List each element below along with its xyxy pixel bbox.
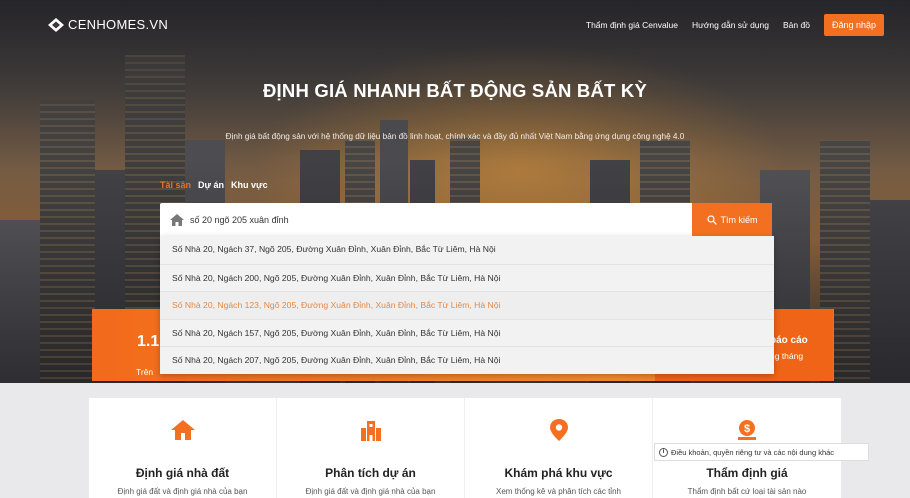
brand-name: CENHOMES.VN [68, 17, 169, 32]
feature-title: Thẩm định giá [706, 466, 788, 480]
report-subtext: ng tháng [770, 351, 804, 361]
search-button[interactable]: Tìm kiếm [692, 203, 772, 236]
suggestion-dropdown: Số Nhà 20, Ngách 37, Ngõ 205, Đường Xuân… [160, 236, 774, 374]
house-icon [170, 420, 195, 440]
top-nav: Thẩm định giá Cenvalue Hướng dẫn sử dụng… [586, 14, 884, 36]
logo-icon [48, 17, 64, 32]
nav-item-map[interactable]: Bản đồ [783, 20, 810, 30]
hero-subtitle: Định giá bất động sản với hệ thống dữ li… [225, 132, 685, 141]
map-pin-icon [549, 419, 568, 441]
info-icon: i [659, 447, 668, 457]
building-icon [360, 421, 381, 441]
feature-desc: Thẩm định bất cứ loại tài sản nào [687, 487, 807, 496]
nav-item-guide[interactable]: Hướng dẫn sử dụng [692, 20, 769, 30]
stats-number: 1.1 [137, 333, 160, 350]
tab-area[interactable]: Khu vực [231, 180, 268, 190]
feature-title: Khám phá khu vực [504, 466, 613, 480]
login-button[interactable]: Đăng nhập [823, 14, 884, 36]
money-bag-icon: $ [738, 420, 756, 440]
feature-desc: Định giá đất và định giá nhà của bạn [117, 487, 248, 496]
report-title: báo cáo [770, 335, 808, 346]
search-tabs: Tài sản Dự án Khu vực [160, 180, 268, 190]
search-bar: Tìm kiếm [160, 203, 772, 236]
feature-card-area[interactable]: Khám phá khu vực Xem thống kê và phân tí… [465, 398, 653, 498]
suggestion-item[interactable]: Số Nhà 20, Ngách 37, Ngõ 205, Đường Xuân… [160, 236, 774, 264]
tab-project[interactable]: Dự án [198, 180, 224, 190]
feature-title: Phân tích dự án [325, 466, 416, 480]
suggestion-item[interactable]: Số Nhà 20, Ngách 157, Ngõ 205, Đường Xuâ… [160, 318, 774, 347]
home-icon [170, 213, 184, 226]
search-button-label: Tìm kiếm [720, 214, 758, 225]
search-icon [706, 214, 717, 225]
search-input[interactable] [190, 214, 690, 225]
brand-logo[interactable]: CENHOMES.VN [48, 17, 168, 32]
nav-item-cenvalue[interactable]: Thẩm định giá Cenvalue [586, 20, 678, 30]
svg-text:$: $ [744, 423, 750, 435]
terms-tooltip[interactable]: i Điều khoản, quyền riêng tư và các nội … [654, 443, 869, 461]
suggestion-item-highlighted[interactable]: Số Nhà 20, Ngách 123, Ngõ 205, Đường Xuâ… [160, 291, 774, 319]
feature-desc: Xem thống kê và phân tích các tỉnh [496, 487, 621, 496]
feature-card-project[interactable]: Phân tích dự án Định giá đất và định giá… [277, 398, 465, 498]
feature-card-valuation[interactable]: Định giá nhà đất Định giá đất và định gi… [89, 398, 277, 498]
suggestion-item[interactable]: Số Nhà 20, Ngách 200, Ngõ 205, Đường Xuâ… [160, 263, 774, 292]
top-header: CENHOMES.VN Thẩm định giá Cenvalue Hướng… [0, 0, 910, 52]
feature-title: Định giá nhà đất [135, 466, 230, 480]
hero-title: ĐỊNH GIÁ NHANH BẤT ĐỘNG SẢN BẤT KỲ [263, 80, 647, 101]
feature-desc: Định giá đất và định giá nhà của bạn [305, 487, 436, 496]
stats-subtext: Trên [136, 367, 154, 377]
tab-asset[interactable]: Tài sản [160, 180, 191, 190]
suggestion-item[interactable]: Số Nhà 20, Ngách 207, Ngõ 205, Đường Xuâ… [160, 346, 774, 374]
terms-tooltip-text: Điều khoản, quyền riêng tư và các nội du… [671, 447, 835, 457]
